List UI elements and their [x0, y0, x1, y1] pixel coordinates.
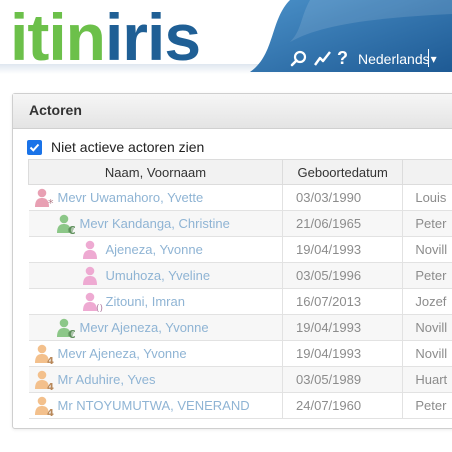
birthdate-cell: 03/03/1990: [282, 184, 404, 211]
actor-name-link[interactable]: Mevr Uwamahoro, Yvette: [58, 190, 204, 205]
name-wrap: 4 Mr Aduhire, Yves: [29, 369, 283, 393]
person-pink-paren-icon: (): [81, 291, 105, 314]
name-wrap: € Mevr Kandanga, Christine: [29, 213, 283, 237]
table-row[interactable]: 4 Mr NTOYUMUTWA, VENERAND 24/07/1960 Peter: [28, 392, 452, 419]
table-row[interactable]: () Zitouni, Imran 16/07/2013 Jozef: [28, 288, 452, 315]
itiniris-logo[interactable]: itiniris: [10, 0, 201, 74]
birthdate-cell: 19/04/1993: [282, 340, 404, 367]
actor-name-link[interactable]: Mr Aduhire, Yves: [58, 372, 156, 387]
extra-cell: Novill: [402, 340, 452, 367]
language-caret-divider: [428, 49, 429, 67]
actor-name-link[interactable]: Ajeneza, Yvonne: [106, 242, 203, 257]
svg-text:4: 4: [47, 356, 54, 365]
panel-title: Actoren: [29, 102, 82, 118]
table-row[interactable]: 4 Mevr Ajeneza, Yvonne 19/04/1993 Novill: [28, 340, 452, 367]
extra-cell: Jozef: [402, 288, 452, 315]
table-row[interactable]: Umuhoza, Yveline 03/05/1996 Peter: [28, 262, 452, 289]
name-wrap: 4 Mr NTOYUMUTWA, VENERAND: [29, 395, 283, 419]
inactive-actors-checkbox[interactable]: [27, 139, 42, 155]
logo-part-green: itin: [10, 0, 106, 74]
svg-text:*: *: [48, 197, 54, 209]
name-cell: € Mevr Kandanga, Christine: [28, 210, 284, 237]
header-tools: ? Nederlands ▾: [289, 48, 437, 69]
name-cell: 4 Mr Aduhire, Yves: [28, 366, 284, 393]
name-wrap: Umuhoza, Yveline: [29, 265, 283, 287]
name-wrap: € Mevr Ajeneza, Yvonne: [29, 317, 283, 341]
person-green-euro-icon: €: [55, 317, 79, 341]
search-icon[interactable]: [289, 50, 307, 68]
table-row[interactable]: € Mevr Ajeneza, Yvonne 19/04/1993 Novill: [28, 314, 452, 341]
language-selector[interactable]: Nederlands ▾: [358, 51, 437, 67]
birthdate-cell: 21/06/1965: [282, 210, 404, 237]
birthdate-cell: 03/05/1996: [282, 262, 404, 289]
person-orange-4-icon: 4: [33, 369, 57, 393]
name-cell: 4 Mevr Ajeneza, Yvonne: [28, 340, 284, 367]
language-label: Nederlands: [358, 50, 430, 67]
svg-text:4: 4: [47, 408, 54, 417]
person-orange-4-icon: 4: [33, 343, 57, 367]
name-cell: € Mevr Ajeneza, Yvonne: [28, 314, 284, 341]
table-row[interactable]: Ajeneza, Yvonne 19/04/1993 Novill: [28, 236, 452, 263]
actor-name-link[interactable]: Umuhoza, Yveline: [106, 268, 211, 283]
actors-table-body: * Mevr Uwamahoro, Yvette 03/03/1990 Louis € M…: [28, 184, 452, 419]
name-wrap: * Mevr Uwamahoro, Yvette: [29, 187, 283, 210]
help-button[interactable]: ?: [337, 48, 348, 69]
extra-cell: Louis: [402, 184, 452, 211]
check-icon: [29, 143, 40, 152]
table-row[interactable]: 4 Mr Aduhire, Yves 03/05/1989 Huart: [28, 366, 452, 393]
person-pink-star-icon: *: [33, 187, 57, 210]
table-header-row: Naam, Voornaam Geboortedatum: [27, 159, 452, 185]
column-header-name[interactable]: Naam, Voornaam: [27, 159, 284, 185]
extra-cell: Peter: [402, 210, 452, 237]
chevron-down-icon: ▾: [430, 51, 437, 66]
person-pink-icon: [81, 239, 105, 261]
svg-text:4: 4: [47, 382, 54, 391]
name-cell: Ajeneza, Yvonne: [28, 236, 284, 263]
table-row[interactable]: * Mevr Uwamahoro, Yvette 03/03/1990 Louis: [28, 184, 452, 211]
name-wrap: () Zitouni, Imran: [29, 291, 283, 314]
extra-cell: Novill: [402, 236, 452, 263]
inactive-actors-label: Niet actieve actoren zien: [51, 139, 205, 155]
extra-cell: Peter: [402, 262, 452, 289]
name-cell: () Zitouni, Imran: [28, 288, 284, 315]
person-pink-icon: [81, 265, 105, 287]
person-orange-4-icon: 4: [33, 395, 57, 419]
app-header: itiniris ? Nederlands ▾: [0, 0, 452, 78]
extra-cell: Huart: [402, 366, 452, 393]
svg-text:€: €: [67, 328, 76, 339]
actor-name-link[interactable]: Mevr Ajeneza, Yvonne: [58, 346, 187, 361]
svg-text:(): (): [96, 304, 103, 313]
actor-name-link[interactable]: Mevr Ajeneza, Yvonne: [80, 320, 209, 335]
name-cell: 4 Mr NTOYUMUTWA, VENERAND: [28, 392, 284, 419]
actor-name-link[interactable]: Mevr Kandanga, Christine: [80, 216, 230, 231]
name-cell: * Mevr Uwamahoro, Yvette: [28, 184, 284, 211]
birthdate-cell: 03/05/1989: [282, 366, 404, 393]
actor-name-link[interactable]: Zitouni, Imran: [106, 294, 185, 309]
svg-text:€: €: [67, 224, 76, 235]
name-wrap: 4 Mevr Ajeneza, Yvonne: [29, 343, 283, 367]
extra-cell: Peter: [402, 392, 452, 419]
birthdate-cell: 16/07/2013: [282, 288, 404, 315]
analytics-icon[interactable]: [313, 50, 331, 68]
logo-part-blue: iris: [104, 0, 201, 74]
actor-name-link[interactable]: Mr NTOYUMUTWA, VENERAND: [58, 398, 250, 413]
name-wrap: Ajeneza, Yvonne: [29, 239, 283, 261]
birthdate-cell: 24/07/1960: [282, 392, 404, 419]
extra-cell: Novill: [402, 314, 452, 341]
column-header-birthdate[interactable]: Geboortedatum: [282, 159, 404, 185]
birthdate-cell: 19/04/1993: [282, 236, 404, 263]
column-header-extra[interactable]: [402, 159, 452, 185]
birthdate-cell: 19/04/1993: [282, 314, 404, 341]
name-cell: Umuhoza, Yveline: [28, 262, 284, 289]
inactive-actors-toggle[interactable]: Niet actieve actoren zien: [27, 139, 204, 155]
actors-table: Naam, Voornaam Geboortedatum * Mevr Uwama…: [27, 159, 452, 419]
actors-panel: Actoren Niet actieve actoren zien Naam, …: [12, 93, 452, 429]
table-row[interactable]: € Mevr Kandanga, Christine 21/06/1965 Peter: [28, 210, 452, 237]
person-green-euro-icon: €: [55, 213, 79, 237]
